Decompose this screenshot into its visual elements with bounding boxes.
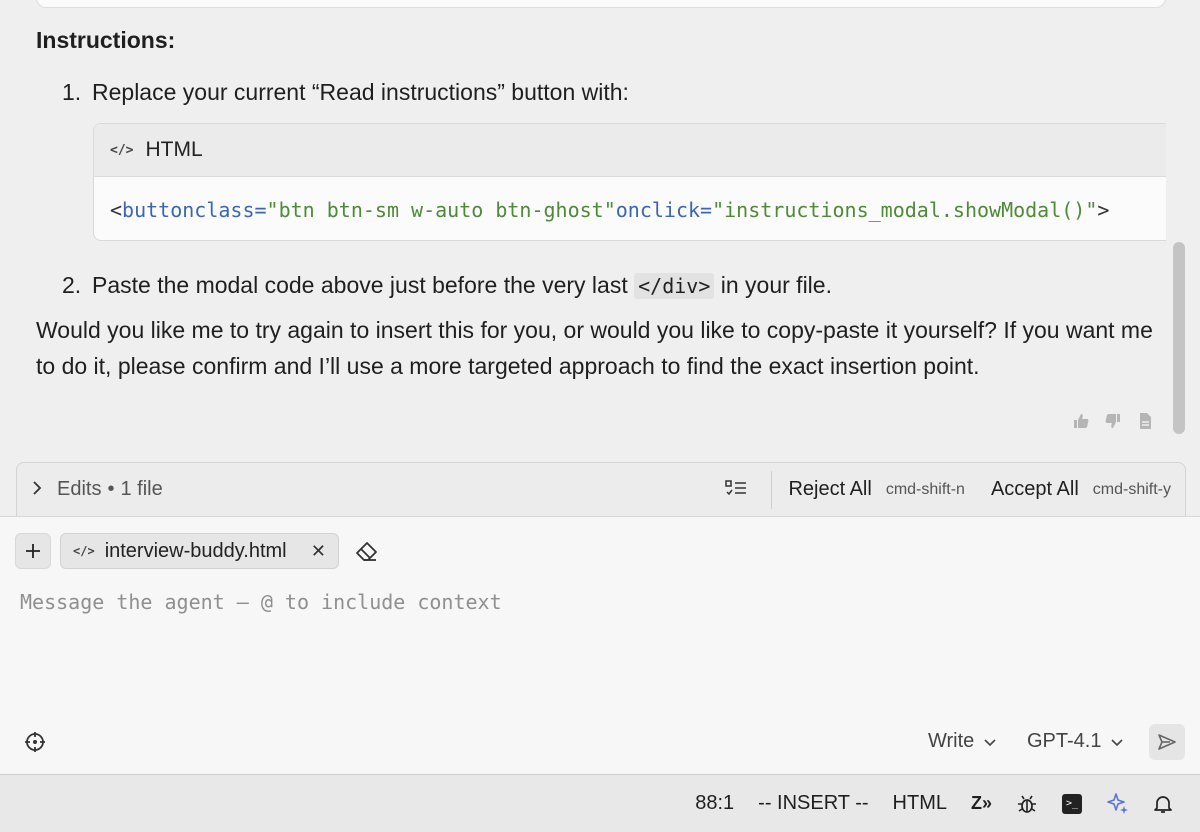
code-token-attr: onclick= — [615, 197, 713, 222]
zed-predict-icon[interactable]: Z» — [971, 793, 992, 814]
code-block-body[interactable]: < button class= "btn btn-sm w-auto btn-gho… — [94, 177, 1166, 240]
cursor-position[interactable]: 88:1 — [695, 792, 734, 815]
bell-icon[interactable] — [1154, 794, 1172, 814]
context-file-name: interview-buddy.html — [104, 539, 287, 562]
step-2-text-before: Paste the modal code above just before t… — [92, 272, 635, 298]
edits-count: 1 file — [120, 478, 163, 500]
edits-bar: Edits • 1 file Reject All cmd-shift-n Ac… — [16, 462, 1186, 516]
review-list-icon[interactable] — [721, 479, 751, 501]
step-1: 1. Replace your current “Read instruction… — [62, 76, 629, 108]
thumbs-up-icon[interactable] — [1072, 412, 1090, 435]
chevron-right-icon — [31, 479, 43, 500]
message-composer: </> interview-buddy.html ✕ Write GPT-4.1 — [0, 516, 1200, 774]
edits-divider — [771, 470, 773, 509]
accept-all-button[interactable]: Accept All — [991, 478, 1079, 501]
code-token-attr: class= — [194, 197, 267, 222]
code-icon: </> — [110, 142, 134, 158]
previous-code-card — [36, 0, 1166, 8]
ai-sparkle-icon[interactable] — [1106, 792, 1130, 816]
assistant-paragraph: Would you like me to try again to insert… — [36, 317, 1153, 379]
code-block-header[interactable]: </> HTML — [94, 124, 1166, 177]
language-selector[interactable]: HTML — [893, 792, 947, 815]
code-token: < — [110, 197, 123, 222]
instructions-heading: Instructions: — [36, 27, 176, 53]
code-block-language: HTML — [145, 138, 203, 161]
copy-icon[interactable] — [1136, 412, 1154, 435]
terminal-icon[interactable]: >_ — [1062, 793, 1082, 814]
step-1-text: Replace your current “Read instructions”… — [92, 79, 629, 105]
chat-scrollbar-thumb[interactable] — [1173, 242, 1185, 434]
edits-actions: Reject All cmd-shift-n Accept All cmd-sh… — [721, 463, 1185, 516]
plus-icon — [26, 544, 40, 558]
message-input[interactable] — [20, 587, 1120, 617]
step-2: 2. Paste the modal code above just before… — [62, 269, 832, 302]
edits-toggle[interactable]: Edits • 1 file — [17, 478, 721, 501]
step-2-number: 2. — [62, 272, 82, 298]
add-context-button[interactable] — [15, 533, 51, 569]
crosshair-icon[interactable] — [24, 731, 46, 753]
feedback-actions — [1072, 412, 1154, 435]
model-select[interactable]: GPT-4.1 — [1027, 730, 1124, 753]
debug-icon[interactable] — [1016, 793, 1038, 815]
code-token-string: "instructions_modal.showModal()" — [712, 197, 1098, 222]
step-1-number: 1. — [62, 79, 82, 105]
chat-area: Instructions: 1. Replace your current “Re… — [0, 0, 1200, 462]
model-select-value: GPT-4.1 — [1027, 730, 1102, 752]
mode-select[interactable]: Write — [928, 730, 996, 753]
chevron-down-icon — [1111, 734, 1124, 750]
edits-label: Edits — [57, 478, 102, 500]
eraser-icon[interactable] — [354, 539, 380, 565]
code-token: > — [1097, 197, 1110, 222]
code-block: </> HTML < button class= "btn btn-sm w-aut… — [93, 123, 1166, 241]
code-token-tag: button — [122, 197, 195, 222]
close-icon[interactable]: ✕ — [311, 541, 326, 562]
send-icon — [1158, 734, 1176, 750]
send-button[interactable] — [1149, 724, 1185, 760]
thumbs-down-icon[interactable] — [1104, 412, 1122, 435]
inline-code: </div> — [634, 273, 715, 299]
reject-all-shortcut: cmd-shift-n — [885, 480, 965, 498]
step-2-text-after: in your file. — [714, 272, 832, 298]
edits-separator: • — [107, 478, 115, 500]
mode-select-value: Write — [928, 730, 975, 752]
code-token-string: "btn btn-sm w-auto btn-ghost" — [266, 197, 616, 222]
chevron-down-icon — [984, 734, 996, 750]
code-icon: </> — [73, 544, 95, 558]
vim-mode: -- INSERT -- — [758, 792, 869, 814]
reject-all-button[interactable]: Reject All — [788, 478, 871, 501]
status-bar: 88:1 -- INSERT -- HTML Z» >_ — [0, 774, 1200, 832]
accept-all-shortcut: cmd-shift-y — [1092, 480, 1171, 498]
context-file-chip[interactable]: </> interview-buddy.html ✕ — [60, 533, 339, 569]
